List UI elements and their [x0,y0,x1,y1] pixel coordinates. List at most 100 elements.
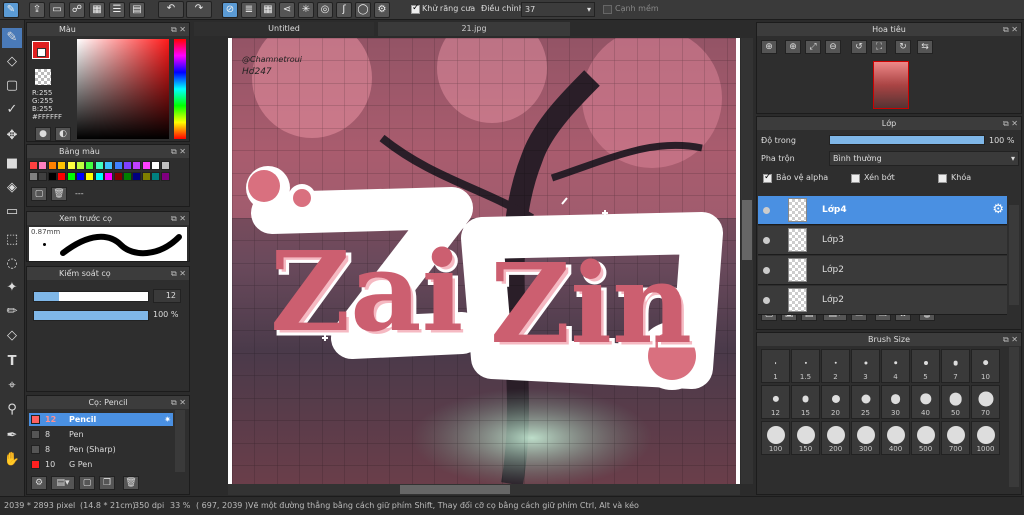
line-tool-icon[interactable]: ✓ [2,100,22,120]
grid-icon[interactable]: ▦ [89,2,105,18]
eyedropper-icon[interactable]: ⚲ [2,400,22,420]
ellipse-snap-icon[interactable]: ◯ [355,2,371,18]
fullscreen-icon[interactable]: ⛶ [871,40,887,54]
brush-size-cell[interactable]: 200 [821,421,850,455]
brush-size-cell[interactable]: 4 [881,349,910,383]
add-brush-icon[interactable]: ▤▾ [51,476,75,490]
parallel-snap-icon[interactable]: ≣ [241,2,257,18]
palette-swatch[interactable] [141,161,151,170]
brush-size-cell[interactable]: 5 [911,349,940,383]
eye-icon[interactable] [763,297,770,304]
artwork-canvas[interactable]: Zai Zai Zin Zin @Chamnetroui Hd247 [232,38,736,484]
snap-settings-icon[interactable]: ⚙ [374,2,390,18]
palette-swatch[interactable] [29,161,38,170]
brush-size-cell[interactable]: 500 [911,421,940,455]
eye-icon[interactable] [763,267,770,274]
opacity-slider[interactable] [33,310,149,321]
hand-tool-icon[interactable]: ✋ [2,450,22,470]
palette-swatch[interactable] [38,172,48,181]
panel-window-icon[interactable]: ⧉ ✕ [171,396,186,409]
brush-size-cell[interactable]: 700 [941,421,970,455]
share-icon[interactable]: ☍ [69,2,85,18]
list-icon[interactable]: ☰ [109,2,125,18]
lock-checkbox[interactable] [938,174,947,183]
zoom-in-icon[interactable]: ⊕ [761,40,777,54]
palette-swatch[interactable] [160,161,170,170]
panel-window-icon[interactable]: ⧉ ✕ [1003,117,1018,130]
circle-snap-icon[interactable]: ◎ [317,2,333,18]
fit-icon[interactable]: ⤢ [805,40,821,54]
palette-swatch[interactable] [151,172,161,181]
palette-swatch[interactable] [113,172,123,181]
copy-brush-icon[interactable]: ▢ [79,476,95,490]
layer-row[interactable]: Lớp4 ⚙ [758,196,1007,225]
flip-icon[interactable]: ⇆ [917,40,933,54]
crosshair-snap-icon[interactable]: ▦ [260,2,276,18]
brush-size-cell[interactable]: 25 [851,385,880,419]
size-slider[interactable] [33,291,149,302]
panel-window-icon[interactable]: ⧉ ✕ [1003,333,1018,346]
trash-icon[interactable]: 🗑 [51,187,67,201]
select-pen-icon[interactable]: ✏ [2,302,22,322]
export-icon[interactable]: ⇪ [29,2,45,18]
brush-size-cell[interactable]: 1 [761,349,790,383]
transparent-swatch[interactable] [35,69,51,85]
fill-rect-tool-icon[interactable]: ■ [2,154,22,174]
palette-swatch[interactable] [123,161,132,170]
layer-opacity-slider[interactable] [829,135,985,145]
layer-row[interactable]: Lớp2 [758,286,1007,315]
palette-swatch[interactable] [132,172,142,181]
soft-edge-checkbox[interactable] [603,5,612,14]
palette-swatch[interactable] [151,161,161,170]
eraser-tool-icon[interactable]: ◇ [2,52,22,72]
panel-window-icon[interactable]: ⧉ ✕ [171,212,186,225]
duplicate-brush-icon[interactable]: ❐ [99,476,115,490]
palette-swatch[interactable] [57,161,67,170]
magic-wand-icon[interactable]: ✦ [2,278,22,298]
brush-settings-icon[interactable]: ⚙ [31,476,47,490]
brush-size-cell[interactable]: 100 [761,421,790,455]
eye-icon[interactable] [763,207,770,214]
palette-swatch[interactable] [85,161,95,170]
palette-swatch[interactable] [66,161,76,170]
panel-window-icon[interactable]: ⧉ ✕ [171,145,186,158]
layer-row[interactable]: Lớp3 [758,226,1007,255]
eye-icon[interactable] [763,237,770,244]
color-picker-square[interactable] [77,39,169,139]
navigator-thumbnail[interactable] [873,61,909,109]
blend-select[interactable]: Bình thường ▾ [829,151,1019,166]
layer-row[interactable]: Lớp2 [758,256,1007,285]
brush-list-item[interactable]: 10 G Pen [29,458,173,471]
palette-swatch[interactable] [29,172,38,181]
brush-tool-icon[interactable]: ✎ [2,28,22,48]
clipping-checkbox[interactable] [851,174,860,183]
brush-size-cell[interactable]: 150 [791,421,820,455]
palette-swatch[interactable] [160,172,170,181]
antialias-checkbox[interactable] [411,3,420,14]
brush-size-cell[interactable]: 70 [971,385,1000,419]
brush-size-cell[interactable]: 40 [911,385,940,419]
gradient-tool-icon[interactable]: ▭ [2,202,22,222]
brush-size-cell[interactable]: 20 [821,385,850,419]
canvas-hscroll-thumb[interactable] [400,485,510,494]
layout-icon[interactable]: ▤ [129,2,145,18]
rotate-right-icon[interactable]: ↻ [895,40,911,54]
zoom-in-icon[interactable]: ⊕ [785,40,801,54]
brush-size-cell[interactable]: 2 [821,349,850,383]
brush-size-cell[interactable]: 3 [851,349,880,383]
brush-size-cell[interactable]: 1.5 [791,349,820,383]
canvas-vscroll-thumb[interactable] [742,200,752,260]
brush-size-scrollbar[interactable] [1009,347,1019,487]
rotate-left-icon[interactable]: ↺ [851,40,867,54]
text-tool-icon[interactable]: T [2,352,22,372]
palette-swatch[interactable] [123,172,132,181]
layer-scrollbar[interactable] [1009,205,1019,305]
palette-swatch[interactable] [76,172,85,181]
bucket-tool-icon[interactable]: ◈ [2,178,22,198]
brush-list-item[interactable]: 8 Pen [29,428,173,441]
brush-list-item[interactable]: 12 Pencil ✷ [29,413,173,426]
undo-button[interactable]: ↶ [158,1,184,18]
palette-swatch[interactable] [104,161,114,170]
brush-size-cell[interactable]: 15 [791,385,820,419]
panel-select-icon[interactable]: ⌖ [2,376,22,396]
